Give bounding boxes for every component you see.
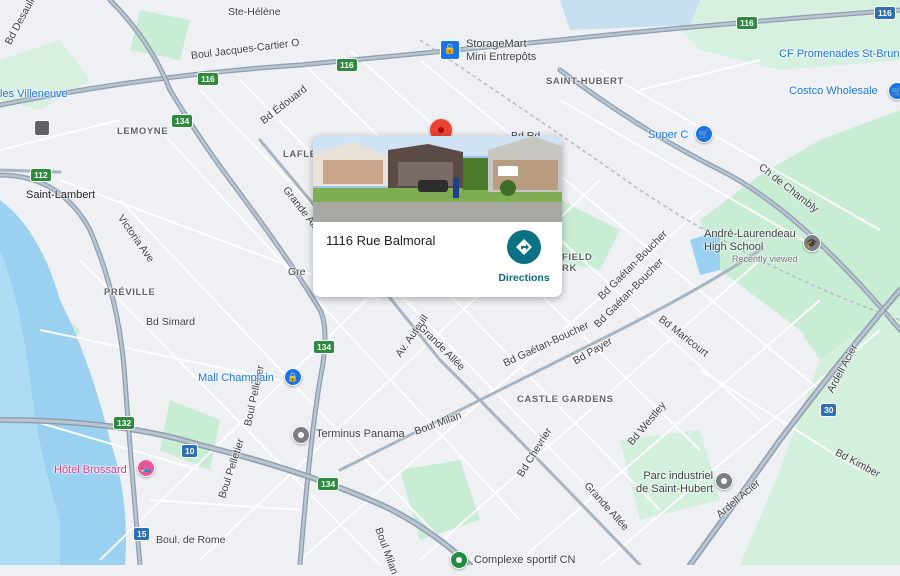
poi-label-terminus-panama[interactable]: Terminus Panama [316,428,405,440]
route-shield-116: 116 [736,16,758,30]
transit-station-icon[interactable] [34,120,50,136]
route-shield-10: 10 [181,444,199,458]
shopping-bag-icon[interactable]: 🔒 [284,368,302,386]
poi-label-mall-champlain[interactable]: Mall Champlain [198,372,274,384]
poi-label-parc-industriel[interactable]: Parc industriel de Saint-Hubert [636,470,713,496]
poi-label-super-c[interactable]: Super C [648,129,688,141]
area-label-field-rk: FIELD RK [562,252,593,274]
route-shield-134: 134 [317,477,340,491]
directions-button[interactable] [507,230,541,264]
school-icon[interactable]: 🎓 [803,234,821,252]
industrial-park-pin-icon[interactable] [715,472,733,490]
poi-label-storagemart[interactable]: StorageMart Mini Entrepôts [466,38,536,64]
route-shield-116: 116 [874,6,896,20]
place-info-card[interactable]: 1116 Rue Balmoral Directions [313,136,562,297]
shopping-cart-icon[interactable]: 🛒 [695,125,713,143]
area-label-lemoyne: LEMOYNE [117,126,169,137]
street-view-photo[interactable] [313,136,562,222]
area-label-lafleche: LAFLE [283,149,317,160]
route-shield-112: 112 [30,168,52,182]
route-shield-134: 134 [313,340,336,354]
route-shield-116: 116 [197,72,219,86]
area-label-castle-gardens: CASTLE GARDENS [517,394,614,405]
road-label-gre: Gre [288,266,306,278]
sports-complex-pin-icon[interactable] [450,551,468,569]
area-label-saint-lambert: Saint-Lambert [26,189,96,201]
route-shield-15: 15 [133,527,151,541]
area-label-saint-hubert: SAINT-HUBERT [546,76,624,87]
directions-icon [516,239,532,255]
poi-label-andre-laurendeau[interactable]: André-Laurendeau High School [704,228,796,254]
hotel-bed-icon[interactable]: 🛌 [137,459,155,477]
place-address: 1116 Rue Balmoral [326,233,436,248]
terminus-pin-icon[interactable] [292,426,310,444]
road-label-boul-de-rome: Boul. de Rome [156,534,226,546]
area-label-preville: PRÉVILLE [104,287,156,298]
route-shield-134: 134 [171,114,194,128]
directions-label[interactable]: Directions [490,272,558,284]
road-label-bd-simard: Bd Simard [146,316,196,328]
storage-lock-icon[interactable]: 🔒 [440,40,460,60]
poi-label-recently-viewed: Recently viewed [732,254,798,264]
poi-label-hotel-brossard[interactable]: Hôtel Brossard [54,464,127,476]
route-shield-30: 30 [820,403,838,417]
road-label-ste-helene: Ste-Hélène [228,6,281,18]
route-shield-116: 116 [336,58,358,72]
poi-label-costco[interactable]: Costco Wholesale [789,85,878,97]
route-shield-132: 132 [113,416,136,430]
area-label-les-villeneuve: les Villeneuve [0,88,68,100]
shopping-cart-icon[interactable]: 🛒 [888,82,900,100]
poi-label-complexe-sportif[interactable]: Complexe sportif CN [474,554,575,566]
poi-label-cf-promenades[interactable]: CF Promenades St-Brun [779,48,899,60]
